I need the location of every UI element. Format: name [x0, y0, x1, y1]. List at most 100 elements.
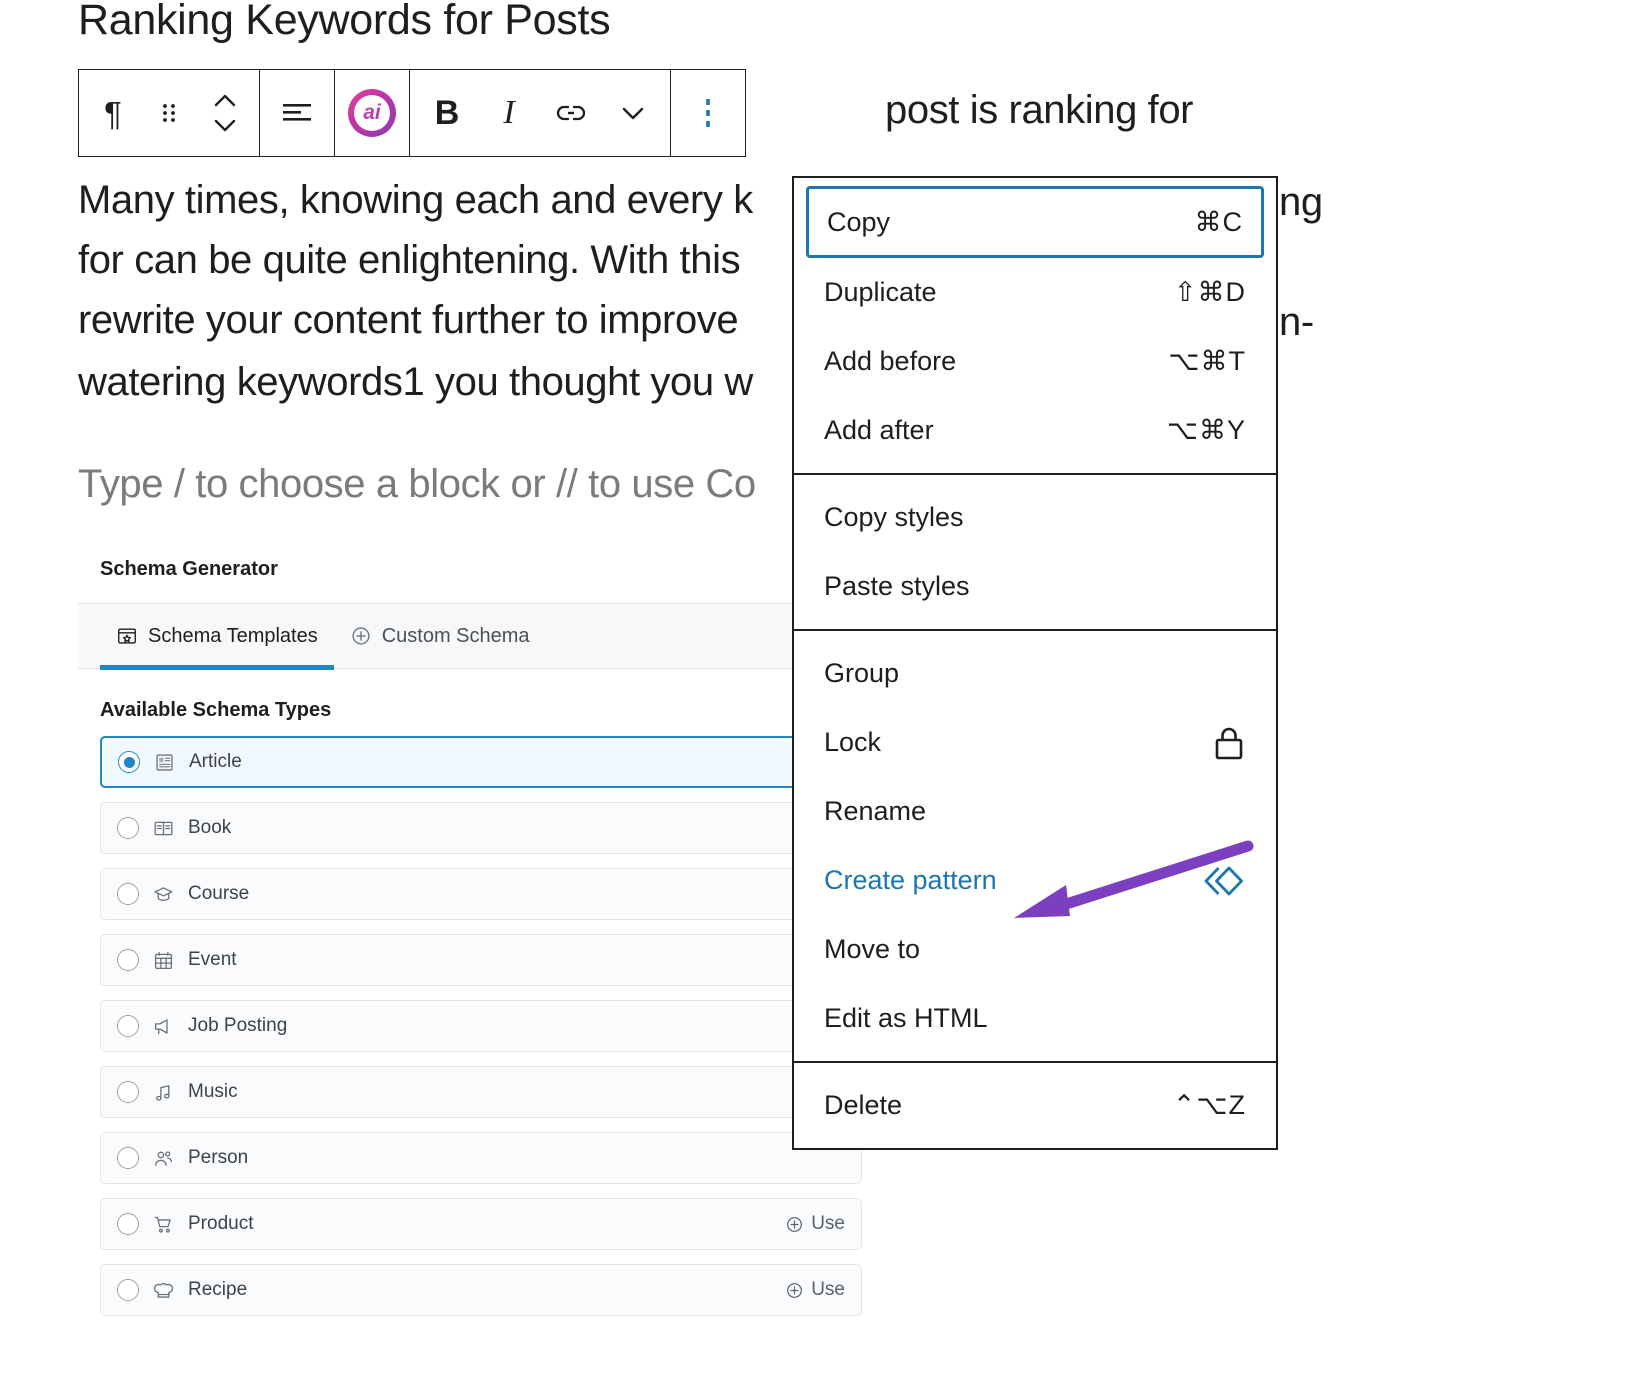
context-menu-section: Delete ⌃⌥Z [794, 1063, 1276, 1148]
menu-item-label: Add after [824, 415, 934, 445]
schema-type-row[interactable]: Event [100, 934, 862, 986]
schema-type-list: Article Book Course Event Job Posting Music Pe… [78, 736, 884, 1316]
menu-item-label: Delete [824, 1090, 903, 1120]
menu-item-label: Move to [824, 934, 921, 964]
schema-type-radio[interactable] [117, 1213, 139, 1235]
bold-icon[interactable]: B [416, 70, 478, 156]
context-menu-section: Group Lock Rename Create pattern Move to Edit… [794, 631, 1276, 1063]
schema-generator-title: Schema Generator [100, 558, 278, 580]
tab-label: Schema Templates [148, 624, 318, 647]
menu-item-label: Edit as HTML [824, 1003, 988, 1033]
schema-type-label: Product [188, 1213, 254, 1234]
move-updown-icon[interactable] [197, 70, 253, 156]
paragraph-line: rewrite your content further to improve [78, 298, 739, 342]
menu-item-add-after[interactable]: Add after ⌥⌘Y [794, 396, 1276, 465]
plus-circle-icon [785, 1215, 804, 1234]
menu-item-copy[interactable]: Copy ⌘C [806, 186, 1264, 258]
menu-item-label: Group [824, 658, 900, 688]
book-icon [153, 818, 174, 839]
schema-type-radio[interactable] [117, 1147, 139, 1169]
chef-hat-icon [153, 1280, 174, 1301]
menu-item-shortcut: ⌥⌘Y [1166, 415, 1246, 445]
schema-type-label: Person [188, 1147, 249, 1168]
schema-type-row[interactable]: Job Posting [100, 1000, 862, 1052]
pattern-icon [1202, 864, 1246, 898]
people-icon [153, 1148, 174, 1169]
menu-item-label: Lock [824, 727, 882, 757]
schema-type-radio[interactable] [117, 1081, 139, 1103]
menu-item-shortcut: ⌃⌥Z [1172, 1090, 1246, 1120]
align-text-icon[interactable] [266, 70, 328, 156]
use-schema-button[interactable]: Use [785, 1279, 845, 1301]
schema-type-radio[interactable] [117, 883, 139, 905]
toolbar-group-options [671, 70, 745, 156]
schema-type-left: Product [117, 1213, 253, 1235]
italic-glyph: I [503, 94, 515, 131]
page-title[interactable]: Ranking Keywords for Posts [78, 0, 611, 48]
schema-type-row[interactable]: Recipe Use [100, 1264, 862, 1316]
menu-item-label: Paste styles [824, 571, 970, 601]
tab-schema-templates[interactable]: Schema Templates [100, 603, 334, 670]
menu-item-label: Create pattern [824, 865, 997, 895]
schema-generator-panel: Schema Generator Schema Templates Custom … [78, 558, 884, 1330]
block-toolbar[interactable]: ¶ ai B I [78, 69, 746, 157]
schema-type-row[interactable]: Book [100, 802, 862, 854]
menu-item-label: Rename [824, 796, 927, 826]
block-options-context-menu[interactable]: Copy ⌘C Duplicate ⇧⌘D Add before ⌥⌘T Add after… [792, 176, 1278, 1150]
use-schema-button[interactable]: Use [785, 1213, 845, 1235]
menu-item-shortcut: ⇧⌘D [1173, 277, 1246, 307]
schema-type-row[interactable]: Music [100, 1066, 862, 1118]
paragraph-line: watering keywords1 you thought you w [78, 360, 753, 404]
menu-item-copy-styles[interactable]: Copy styles [794, 483, 1276, 552]
menu-item-edit-as-html[interactable]: Edit as HTML [794, 984, 1276, 1053]
schema-type-left: Course [117, 883, 249, 905]
bold-glyph: B [434, 93, 460, 132]
schema-type-row[interactable]: Article [100, 736, 862, 788]
music-note-icon [153, 1082, 174, 1103]
schema-type-label: Course [188, 883, 250, 904]
menu-item-delete[interactable]: Delete ⌃⌥Z [794, 1071, 1276, 1140]
schema-type-row[interactable]: Person [100, 1132, 862, 1184]
schema-type-radio[interactable] [117, 949, 139, 971]
schema-type-radio[interactable] [117, 1015, 139, 1037]
schema-type-left: Book [117, 817, 231, 839]
schema-type-radio[interactable] [117, 1279, 139, 1301]
schema-type-left: Article [118, 751, 242, 773]
menu-item-rename[interactable]: Rename [794, 777, 1276, 846]
paragraph-block-type-icon[interactable]: ¶ [85, 70, 141, 156]
plus-circle-icon [350, 625, 372, 647]
graduation-cap-icon [153, 884, 174, 905]
menu-item-add-before[interactable]: Add before ⌥⌘T [794, 327, 1276, 396]
menu-item-move-to[interactable]: Move to [794, 915, 1276, 984]
menu-item-create-pattern[interactable]: Create pattern [794, 846, 1276, 915]
ai-assistant-icon[interactable]: ai [341, 70, 403, 156]
menu-item-group[interactable]: Group [794, 639, 1276, 708]
ai-label: ai [363, 101, 381, 124]
drag-handle-icon[interactable] [141, 70, 197, 156]
empty-block-placeholder[interactable]: Type / to choose a block or // to use Co [78, 462, 756, 507]
italic-icon[interactable]: I [478, 70, 540, 156]
toolbar-group-block: ¶ [79, 70, 260, 156]
menu-item-lock[interactable]: Lock [794, 708, 1276, 777]
schema-type-radio[interactable] [118, 751, 140, 773]
paragraph-line: for can be quite enlightening. With this [78, 238, 741, 282]
schema-type-row[interactable]: Course [100, 868, 862, 920]
menu-item-shortcut: ⌥⌘T [1168, 346, 1246, 376]
options-kebab-icon[interactable] [677, 70, 739, 156]
schema-type-left: Recipe [117, 1279, 247, 1301]
schema-type-radio[interactable] [117, 817, 139, 839]
paragraph-line: Many times, knowing each and every k [78, 178, 753, 222]
menu-item-duplicate[interactable]: Duplicate ⇧⌘D [794, 258, 1276, 327]
more-formatting-chevron-icon[interactable] [602, 70, 664, 156]
paragraph-fragment: ng [1279, 180, 1323, 224]
tab-custom-schema[interactable]: Custom Schema [334, 603, 546, 669]
link-icon[interactable] [540, 70, 602, 156]
context-menu-section: Copy styles Paste styles [794, 475, 1276, 631]
plus-circle-icon [785, 1281, 804, 1300]
schema-type-row[interactable]: Product Use [100, 1198, 862, 1250]
menu-item-paste-styles[interactable]: Paste styles [794, 552, 1276, 621]
use-button-label: Use [811, 1213, 845, 1234]
schema-type-label: Book [188, 817, 232, 838]
lock-icon [1212, 725, 1246, 761]
template-window-icon [116, 625, 138, 647]
